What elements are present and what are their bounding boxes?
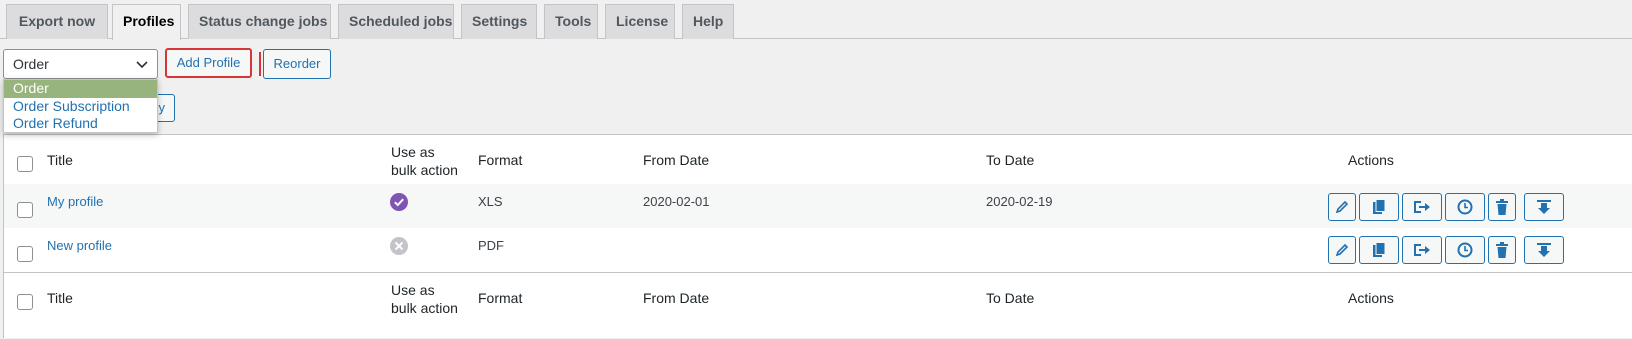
- trash-icon: [1496, 199, 1508, 215]
- clock-icon: [1457, 199, 1473, 215]
- row-checkbox[interactable]: [17, 202, 33, 218]
- profile-type-dropdown: Order Order Subscription Order Refund: [3, 79, 158, 133]
- delete-button[interactable]: [1488, 193, 1516, 221]
- column-bulk-action: Use as bulk action: [391, 143, 458, 179]
- schedule-button[interactable]: [1445, 193, 1485, 221]
- profile-title-link[interactable]: My profile: [47, 194, 103, 209]
- table-footer-row: Title Use as bulk action Format From Dat…: [4, 272, 1632, 339]
- table-row: New profile PDF: [4, 228, 1632, 272]
- export-button[interactable]: [1402, 236, 1442, 264]
- table-row: My profile XLS 2020-02-01 2020-02-19: [4, 184, 1632, 228]
- edit-button[interactable]: [1328, 193, 1356, 221]
- column-actions-footer: Actions: [1348, 290, 1394, 306]
- copy-icon: [1373, 242, 1386, 257]
- export-icon: [1414, 201, 1430, 213]
- column-bulk-action-footer-line2: bulk action: [391, 300, 458, 316]
- option-order-subscription[interactable]: Order Subscription: [4, 98, 157, 116]
- column-title[interactable]: Title: [47, 152, 73, 168]
- delete-button[interactable]: [1488, 236, 1516, 264]
- export-icon: [1414, 244, 1430, 256]
- download-icon: [1537, 243, 1551, 257]
- trash-icon: [1496, 242, 1508, 258]
- column-to-date-footer: To Date: [986, 290, 1035, 306]
- profile-format: PDF: [478, 238, 504, 253]
- highlight-divider: [259, 52, 261, 76]
- column-from-date-footer: From Date: [643, 290, 710, 306]
- clone-button[interactable]: [1359, 193, 1399, 221]
- profile-format: XLS: [478, 194, 503, 209]
- option-order[interactable]: Order: [4, 80, 157, 98]
- select-all-checkbox[interactable]: [17, 156, 33, 172]
- check-circle-icon: [390, 193, 408, 211]
- tab-license[interactable]: License: [605, 4, 675, 39]
- tab-help[interactable]: Help: [682, 4, 734, 39]
- column-bulk-action-line1: Use as: [391, 144, 435, 160]
- edit-button[interactable]: [1328, 236, 1356, 264]
- download-icon: [1537, 200, 1551, 214]
- clock-icon: [1457, 242, 1473, 258]
- download-button[interactable]: [1524, 193, 1564, 221]
- profiles-table: Title Use as bulk action Format From Dat…: [3, 134, 1632, 338]
- download-button[interactable]: [1524, 236, 1564, 264]
- column-bulk-action-footer: Use as bulk action: [391, 281, 458, 317]
- profile-title-link[interactable]: New profile: [47, 238, 112, 253]
- add-profile-button[interactable]: Add Profile: [165, 48, 252, 78]
- copy-icon: [1373, 199, 1386, 214]
- column-actions: Actions: [1348, 152, 1394, 168]
- x-circle-icon: [390, 237, 408, 255]
- column-title-footer[interactable]: Title: [47, 290, 73, 306]
- column-format: Format: [478, 152, 523, 168]
- tab-status-change-jobs[interactable]: Status change jobs: [188, 4, 331, 39]
- tab-scheduled-jobs[interactable]: Scheduled jobs: [338, 4, 454, 39]
- column-to-date: To Date: [986, 152, 1035, 168]
- clone-button[interactable]: [1359, 236, 1399, 264]
- export-button[interactable]: [1402, 193, 1442, 221]
- reorder-button[interactable]: Reorder: [263, 49, 331, 79]
- profile-type-select[interactable]: Order: [3, 49, 158, 79]
- tab-profiles[interactable]: Profiles: [112, 4, 181, 40]
- column-from-date: From Date: [643, 152, 710, 168]
- select-all-checkbox-footer[interactable]: [17, 294, 33, 310]
- column-bulk-action-footer-line1: Use as: [391, 282, 435, 298]
- tab-settings[interactable]: Settings: [461, 4, 537, 39]
- column-bulk-action-line2: bulk action: [391, 162, 458, 178]
- tab-tools[interactable]: Tools: [544, 4, 598, 39]
- chevron-down-icon: [136, 61, 148, 69]
- option-order-refund[interactable]: Order Refund: [4, 115, 157, 133]
- row-checkbox[interactable]: [17, 246, 33, 262]
- nav-tabs: Export now Profiles Status change jobs S…: [0, 0, 1632, 40]
- profile-type-value: Order: [13, 56, 49, 72]
- schedule-button[interactable]: [1445, 236, 1485, 264]
- profile-from-date: 2020-02-01: [643, 194, 710, 209]
- tab-export-now[interactable]: Export now: [6, 4, 108, 39]
- profile-to-date: 2020-02-19: [986, 194, 1053, 209]
- column-format-footer: Format: [478, 290, 523, 306]
- pencil-icon: [1335, 200, 1349, 214]
- table-header-row: Title Use as bulk action Format From Dat…: [4, 135, 1632, 189]
- pencil-icon: [1335, 243, 1349, 257]
